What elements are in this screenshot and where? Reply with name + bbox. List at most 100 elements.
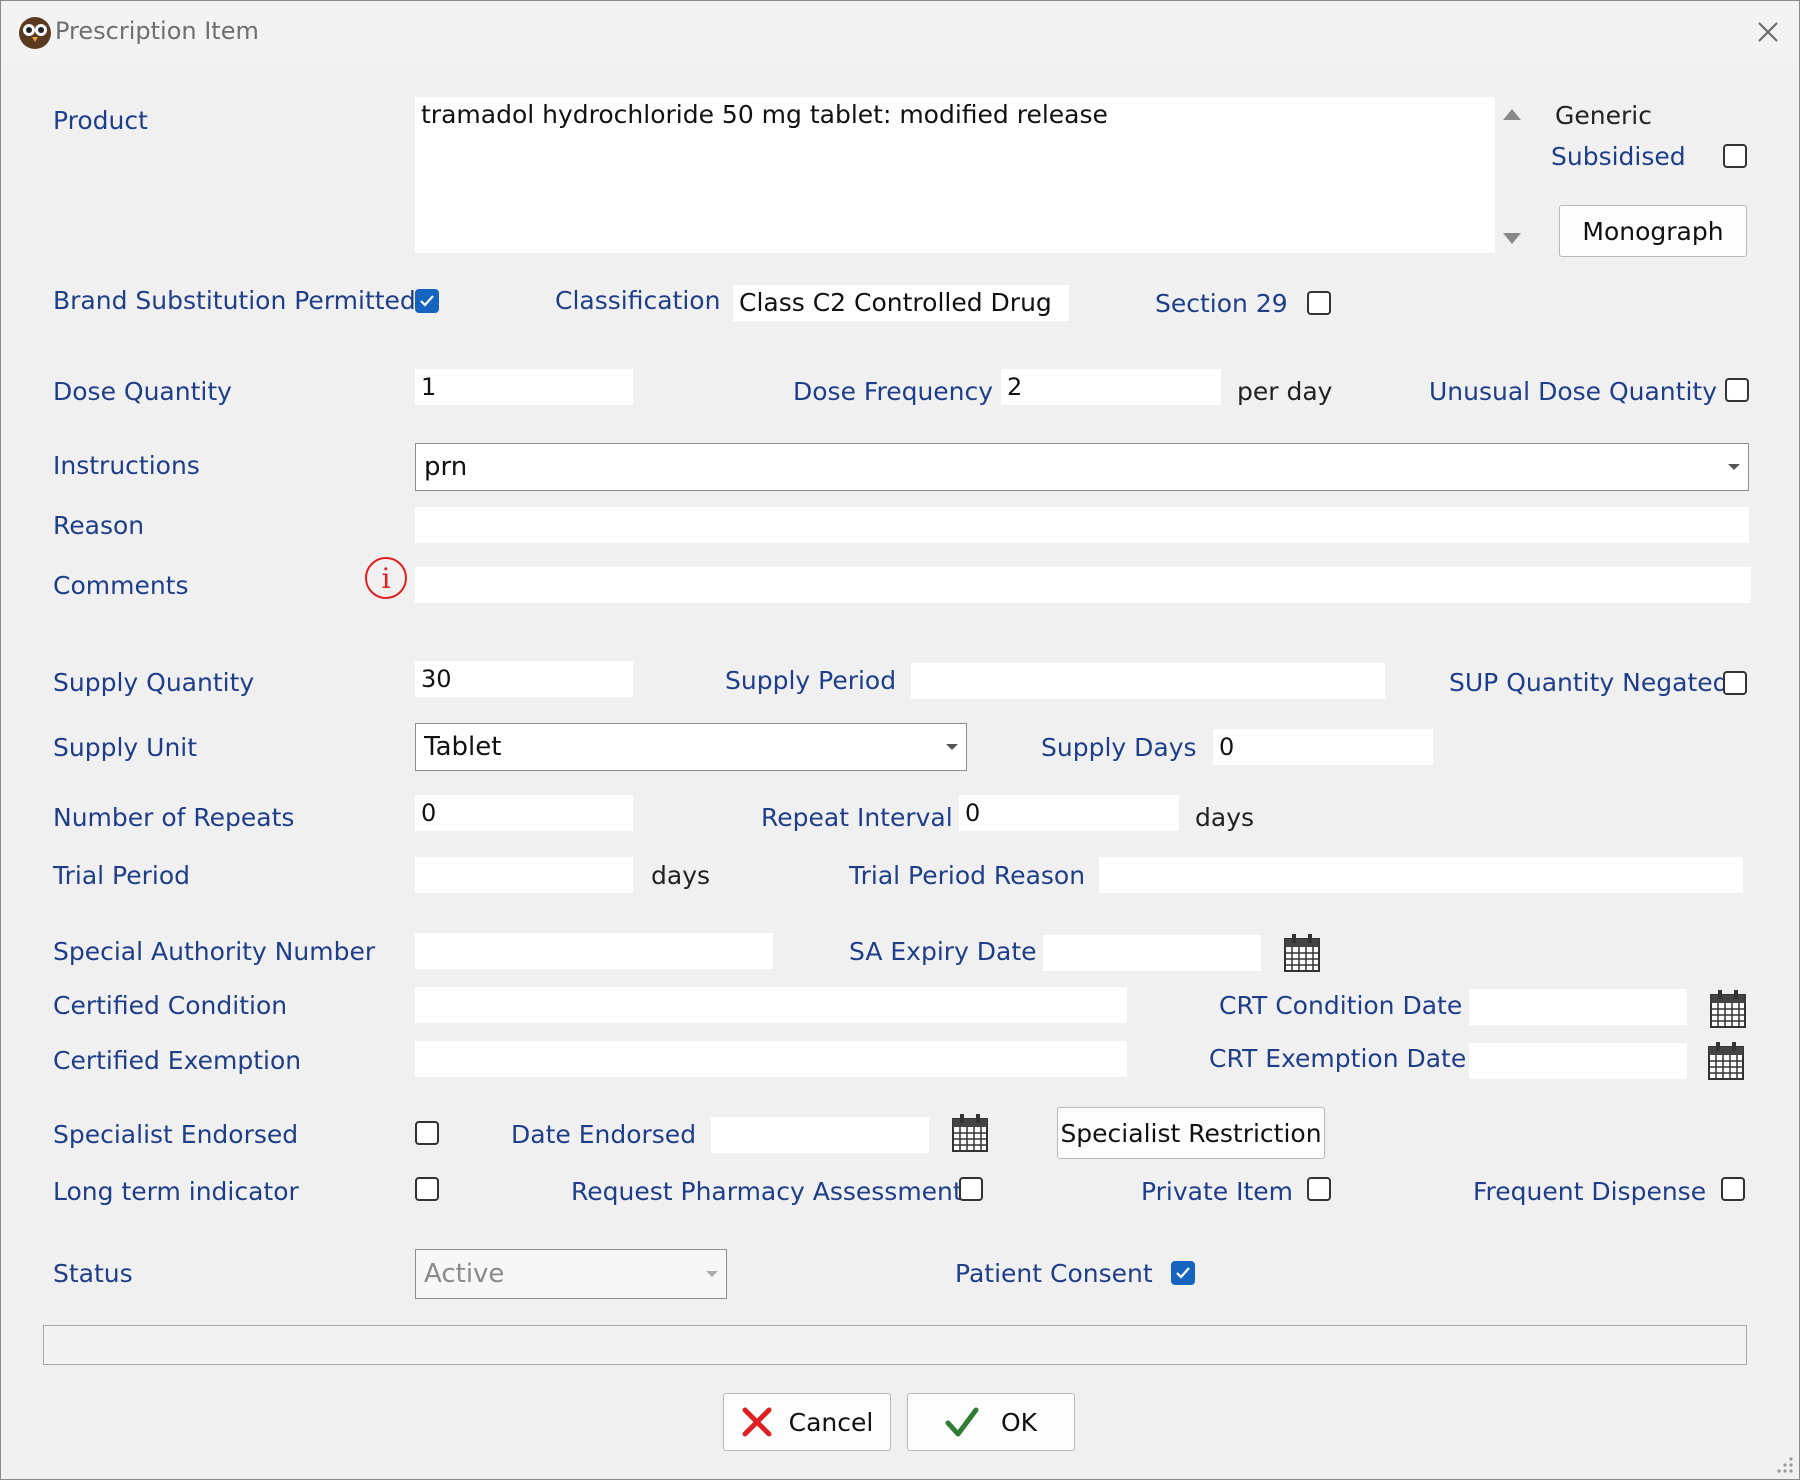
date-endorsed-label: Date Endorsed [511, 1120, 697, 1149]
status-label: Status [53, 1259, 133, 1288]
instructions-value: prn [424, 452, 468, 482]
trial-period-field[interactable] [415, 857, 633, 893]
specialist-endorsed-label: Specialist Endorsed [53, 1120, 299, 1149]
status-bar [43, 1325, 1747, 1365]
specialist-restriction-button[interactable]: Specialist Restriction [1057, 1107, 1325, 1159]
supply-unit-value: Tablet [424, 732, 502, 762]
status-combo[interactable]: Active [415, 1249, 727, 1299]
trial-period-reason-field[interactable] [1099, 857, 1743, 893]
brand-substitution-checkbox[interactable] [415, 289, 439, 313]
checkmark-icon [420, 295, 434, 307]
red-x-icon [742, 1407, 772, 1437]
certified-exemption-field[interactable] [415, 1041, 1127, 1077]
unusual-dose-checkbox[interactable] [1725, 378, 1749, 402]
comments-field[interactable] [415, 567, 1751, 603]
section29-label: Section 29 [1155, 289, 1288, 318]
classification-field: Class C2 Controlled Drug [733, 285, 1069, 321]
supply-quantity-label: Supply Quantity [53, 668, 255, 697]
cancel-button[interactable]: Cancel [723, 1393, 891, 1451]
frequent-dispense-checkbox[interactable] [1721, 1177, 1745, 1201]
dose-frequency-label: Dose Frequency [793, 377, 994, 406]
reason-field[interactable] [415, 507, 1749, 543]
repeat-interval-label: Repeat Interval [761, 803, 953, 832]
instructions-combo[interactable]: prn [415, 443, 1749, 491]
per-day-label: per day [1237, 377, 1333, 406]
private-item-checkbox[interactable] [1307, 1177, 1331, 1201]
calendar-icon[interactable] [1283, 933, 1321, 973]
certified-condition-label: Certified Condition [53, 991, 288, 1020]
number-of-repeats-label: Number of Repeats [53, 803, 295, 832]
info-circle-icon[interactable]: i [365, 557, 407, 599]
supply-unit-label: Supply Unit [53, 733, 198, 762]
trial-days-label: days [651, 861, 711, 890]
trial-period-label: Trial Period [53, 861, 190, 890]
sup-quantity-negated-checkbox[interactable] [1723, 671, 1747, 695]
resize-grip-icon[interactable] [1775, 1455, 1795, 1475]
special-authority-label: Special Authority Number [53, 937, 376, 966]
dose-frequency-field[interactable]: 2 [1001, 369, 1221, 405]
close-button[interactable] [1743, 7, 1793, 57]
generic-label: Generic [1555, 101, 1652, 130]
title-bar [1, 1, 1799, 65]
window-title: Prescription Item [55, 17, 259, 45]
trial-period-reason-label: Trial Period Reason [849, 861, 1086, 890]
pharmacy-assessment-checkbox[interactable] [959, 1177, 983, 1201]
chevron-down-icon [946, 744, 958, 750]
calendar-icon[interactable] [1709, 989, 1747, 1029]
brand-substitution-label: Brand Substitution Permitted [53, 286, 416, 315]
app-root: Prescription Item Product tramadol hydro… [0, 0, 1800, 1480]
crt-exemption-date-field[interactable] [1469, 1043, 1687, 1079]
dose-quantity-field[interactable]: 1 [415, 369, 633, 405]
reason-label: Reason [53, 511, 145, 540]
close-icon [1758, 22, 1778, 42]
supply-period-field[interactable] [911, 663, 1385, 699]
certified-exemption-label: Certified Exemption [53, 1046, 302, 1075]
green-check-icon [945, 1407, 979, 1437]
special-authority-field[interactable] [415, 933, 773, 969]
dose-quantity-label: Dose Quantity [53, 377, 232, 406]
ok-button[interactable]: OK [907, 1393, 1075, 1451]
supply-unit-combo[interactable]: Tablet [415, 723, 967, 771]
specialist-endorsed-checkbox[interactable] [415, 1121, 439, 1145]
comments-label: Comments [53, 571, 189, 600]
chevron-down-icon [706, 1271, 718, 1277]
certified-condition-field[interactable] [415, 987, 1127, 1023]
long-term-indicator-checkbox[interactable] [415, 1177, 439, 1201]
supply-quantity-field[interactable]: 30 [415, 661, 633, 697]
section29-checkbox[interactable] [1307, 291, 1331, 315]
product-label: Product [53, 106, 148, 135]
checkmark-icon [1176, 1267, 1190, 1279]
patient-consent-label: Patient Consent [955, 1259, 1153, 1288]
cancel-label: Cancel [788, 1407, 874, 1437]
scroll-down-arrow[interactable] [1503, 233, 1521, 244]
supply-days-field[interactable]: 0 [1213, 729, 1433, 765]
subsidised-label: Subsidised [1551, 142, 1686, 171]
date-endorsed-field[interactable] [711, 1117, 929, 1153]
repeat-days-label: days [1195, 803, 1255, 832]
owl-icon [19, 17, 51, 49]
ok-label: OK [1000, 1407, 1038, 1437]
number-of-repeats-field[interactable]: 0 [415, 795, 633, 831]
prescription-item-dialog: Prescription Item Product tramadol hydro… [0, 0, 1800, 1480]
patient-consent-checkbox[interactable] [1171, 1261, 1195, 1285]
product-field[interactable]: tramadol hydrochloride 50 mg tablet: mod… [415, 97, 1495, 253]
crt-condition-date-label: CRT Condition Date [1219, 991, 1463, 1020]
sa-expiry-date-field[interactable] [1043, 935, 1261, 971]
private-item-label: Private Item [1141, 1177, 1294, 1206]
repeat-interval-field[interactable]: 0 [959, 795, 1179, 831]
monograph-button[interactable]: Monograph [1559, 205, 1747, 257]
supply-period-label: Supply Period [725, 666, 897, 695]
subsidised-checkbox[interactable] [1723, 144, 1747, 168]
sup-quantity-negated-label: SUP Quantity Negated [1449, 668, 1729, 697]
calendar-icon[interactable] [951, 1113, 989, 1153]
chevron-down-icon [1728, 464, 1740, 470]
supply-days-label: Supply Days [1041, 733, 1197, 762]
crt-condition-date-field[interactable] [1469, 989, 1687, 1025]
long-term-indicator-label: Long term indicator [53, 1177, 299, 1206]
frequent-dispense-label: Frequent Dispense [1473, 1177, 1707, 1206]
pharmacy-assessment-label: Request Pharmacy Assessment [571, 1177, 963, 1206]
scroll-up-arrow[interactable] [1503, 109, 1521, 120]
unusual-dose-label: Unusual Dose Quantity [1429, 377, 1718, 406]
sa-expiry-date-label: SA Expiry Date [849, 937, 1037, 966]
calendar-icon[interactable] [1707, 1041, 1745, 1081]
